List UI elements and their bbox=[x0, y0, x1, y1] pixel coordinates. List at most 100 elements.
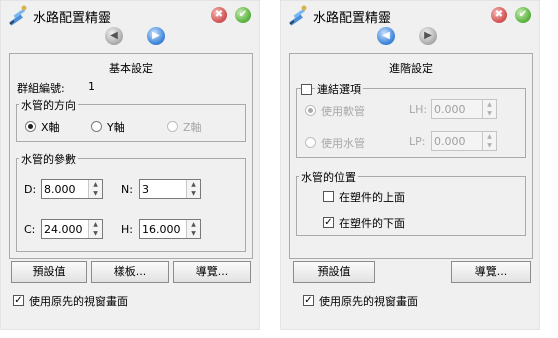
close-icon: ✖ bbox=[494, 9, 504, 20]
use-prev-view-checkbox[interactable]: ✓ bbox=[303, 295, 314, 306]
lp-input[interactable]: 0.000 ▲ ▼ bbox=[431, 131, 497, 151]
lp-spinner[interactable]: ▲ ▼ bbox=[482, 132, 496, 150]
direction-group-title: 水管的方向 bbox=[19, 97, 78, 113]
close-icon: ✖ bbox=[214, 9, 224, 20]
ok-button[interactable]: ✔ bbox=[515, 7, 531, 23]
param-h-label: H: bbox=[121, 223, 133, 236]
pipe-wizard-icon bbox=[9, 5, 27, 26]
direction-group: 水管的方向 X軸 Y軸 Z軸 bbox=[16, 97, 246, 142]
param-c-input[interactable]: 24.000 ▲ ▼ bbox=[41, 219, 103, 239]
radio-y-axis[interactable] bbox=[91, 121, 102, 132]
back-arrow-icon: ◀ bbox=[110, 30, 118, 41]
radio-z-axis-label: Z軸 bbox=[183, 121, 202, 134]
position-above-checkbox[interactable] bbox=[323, 191, 334, 202]
radio-use-pipe[interactable] bbox=[305, 137, 316, 148]
close-button[interactable]: ✖ bbox=[211, 7, 227, 23]
checkmark-icon: ✓ bbox=[304, 295, 313, 306]
wizard-panel-advanced: 水路配置精靈 ✖ ✔ ◀ ▶ 進階設定 連結選項 使用軟管 LH: 0.000 … bbox=[280, 0, 540, 330]
link-options-group: 連結選項 使用軟管 LH: 0.000 ▲ ▼ 使用水管 LP: 0.000 ▲ ▼ bbox=[296, 81, 526, 158]
link-options-checkbox[interactable] bbox=[301, 84, 312, 95]
lh-value: 0.000 bbox=[434, 103, 466, 116]
lp-value: 0.000 bbox=[434, 135, 466, 148]
radio-x-axis[interactable] bbox=[25, 121, 36, 132]
use-prev-view-checkbox[interactable]: ✓ bbox=[13, 295, 24, 306]
forward-button[interactable]: ▶ bbox=[147, 27, 165, 45]
lp-label: LP: bbox=[409, 135, 426, 148]
spin-up-icon: ▲ bbox=[93, 181, 98, 188]
position-below-checkbox[interactable]: ✓ bbox=[323, 217, 334, 228]
lh-label: LH: bbox=[409, 103, 428, 116]
param-d-input[interactable]: 8.000 ▲ ▼ bbox=[41, 179, 103, 199]
window-title: 水路配置精靈 bbox=[33, 11, 112, 26]
radio-z-axis[interactable] bbox=[167, 121, 178, 132]
checkmark-icon: ✓ bbox=[14, 295, 23, 306]
check-icon: ✔ bbox=[238, 9, 248, 20]
ok-button[interactable]: ✔ bbox=[235, 7, 251, 23]
check-icon: ✔ bbox=[518, 9, 528, 20]
spin-up-icon: ▲ bbox=[191, 221, 196, 228]
browse-button[interactable]: 導覽... bbox=[173, 261, 251, 283]
title-bar: 水路配置精靈 ✖ ✔ bbox=[281, 1, 539, 29]
pipe-position-title: 水管的位置 bbox=[299, 169, 358, 185]
param-d-value: 8.000 bbox=[44, 183, 76, 196]
radio-use-slot[interactable] bbox=[305, 105, 316, 116]
back-button[interactable]: ◀ bbox=[105, 27, 123, 45]
close-button[interactable]: ✖ bbox=[491, 7, 507, 23]
back-arrow-icon: ◀ bbox=[382, 30, 390, 41]
section-title: 基本設定 bbox=[109, 62, 153, 75]
radio-use-pipe-label: 使用水管 bbox=[321, 137, 365, 150]
param-d-spinner[interactable]: ▲ ▼ bbox=[88, 180, 102, 198]
group-number-label: 群組編號: bbox=[17, 82, 65, 95]
param-h-spinner[interactable]: ▲ ▼ bbox=[186, 220, 200, 238]
spin-up-icon: ▲ bbox=[487, 133, 492, 140]
use-prev-view-label: 使用原先的視窗畫面 bbox=[29, 295, 128, 308]
param-d-label: D: bbox=[24, 183, 37, 196]
pipe-wizard-icon bbox=[289, 5, 307, 26]
param-n-value: 3 bbox=[142, 183, 149, 196]
wizard-panel-basic: 水路配置精靈 ✖ ✔ ◀ ▶ 基本設定 群組編號: 1 水管的方向 X軸 Y軸 … bbox=[0, 0, 260, 330]
radio-y-axis-label: Y軸 bbox=[107, 121, 125, 134]
param-n-input[interactable]: 3 ▲ ▼ bbox=[139, 179, 201, 199]
position-above-label: 在塑件的上面 bbox=[339, 191, 405, 204]
checkmark-icon: ✓ bbox=[324, 217, 333, 228]
spin-down-icon: ▼ bbox=[93, 230, 98, 237]
radio-use-slot-label: 使用軟管 bbox=[321, 105, 365, 118]
param-c-label: C: bbox=[24, 223, 36, 236]
param-h-value: 16.000 bbox=[142, 223, 181, 236]
spin-down-icon: ▼ bbox=[487, 142, 492, 149]
advanced-settings-section: 進階設定 連結選項 使用軟管 LH: 0.000 ▲ ▼ 使用水管 LP: 0.0… bbox=[289, 53, 533, 259]
spin-down-icon: ▼ bbox=[487, 110, 492, 117]
basic-settings-section: 基本設定 群組編號: 1 水管的方向 X軸 Y軸 Z軸 水管的參數 D: 8.0… bbox=[9, 53, 253, 259]
title-bar: 水路配置精靈 ✖ ✔ bbox=[1, 1, 259, 29]
param-c-spinner[interactable]: ▲ ▼ bbox=[88, 220, 102, 238]
spin-down-icon: ▼ bbox=[191, 230, 196, 237]
forward-button[interactable]: ▶ bbox=[419, 27, 437, 45]
forward-arrow-icon: ▶ bbox=[424, 30, 432, 41]
default-button[interactable]: 預設值 bbox=[11, 261, 87, 283]
lh-input[interactable]: 0.000 ▲ ▼ bbox=[431, 99, 497, 119]
use-prev-view-label: 使用原先的視窗畫面 bbox=[319, 295, 418, 308]
params-group: 水管的參數 D: 8.000 ▲ ▼ N: 3 ▲ ▼ C: 24.000 ▲ ▼ H… bbox=[16, 151, 246, 252]
param-n-label: N: bbox=[121, 183, 133, 196]
param-h-input[interactable]: 16.000 ▲ ▼ bbox=[139, 219, 201, 239]
spin-up-icon: ▲ bbox=[93, 221, 98, 228]
spin-down-icon: ▼ bbox=[191, 190, 196, 197]
params-group-title: 水管的參數 bbox=[19, 151, 78, 167]
back-button[interactable]: ◀ bbox=[377, 27, 395, 45]
pipe-position-group: 水管的位置 在塑件的上面 ✓ 在塑件的下面 bbox=[296, 169, 526, 236]
browse-button[interactable]: 導覽... bbox=[451, 261, 531, 283]
forward-arrow-icon: ▶ bbox=[152, 30, 160, 41]
radio-x-axis-label: X軸 bbox=[41, 121, 60, 134]
link-options-label: 連結選項 bbox=[315, 81, 363, 97]
param-c-value: 24.000 bbox=[44, 223, 83, 236]
window-title: 水路配置精靈 bbox=[313, 11, 392, 26]
group-number-value: 1 bbox=[88, 80, 95, 93]
lh-spinner[interactable]: ▲ ▼ bbox=[482, 100, 496, 118]
section-title: 進階設定 bbox=[389, 62, 433, 75]
position-below-label: 在塑件的下面 bbox=[339, 217, 405, 230]
default-button[interactable]: 預設值 bbox=[293, 261, 375, 283]
spin-down-icon: ▼ bbox=[93, 190, 98, 197]
template-button[interactable]: 樣板... bbox=[91, 261, 169, 283]
spin-up-icon: ▲ bbox=[487, 101, 492, 108]
param-n-spinner[interactable]: ▲ ▼ bbox=[186, 180, 200, 198]
